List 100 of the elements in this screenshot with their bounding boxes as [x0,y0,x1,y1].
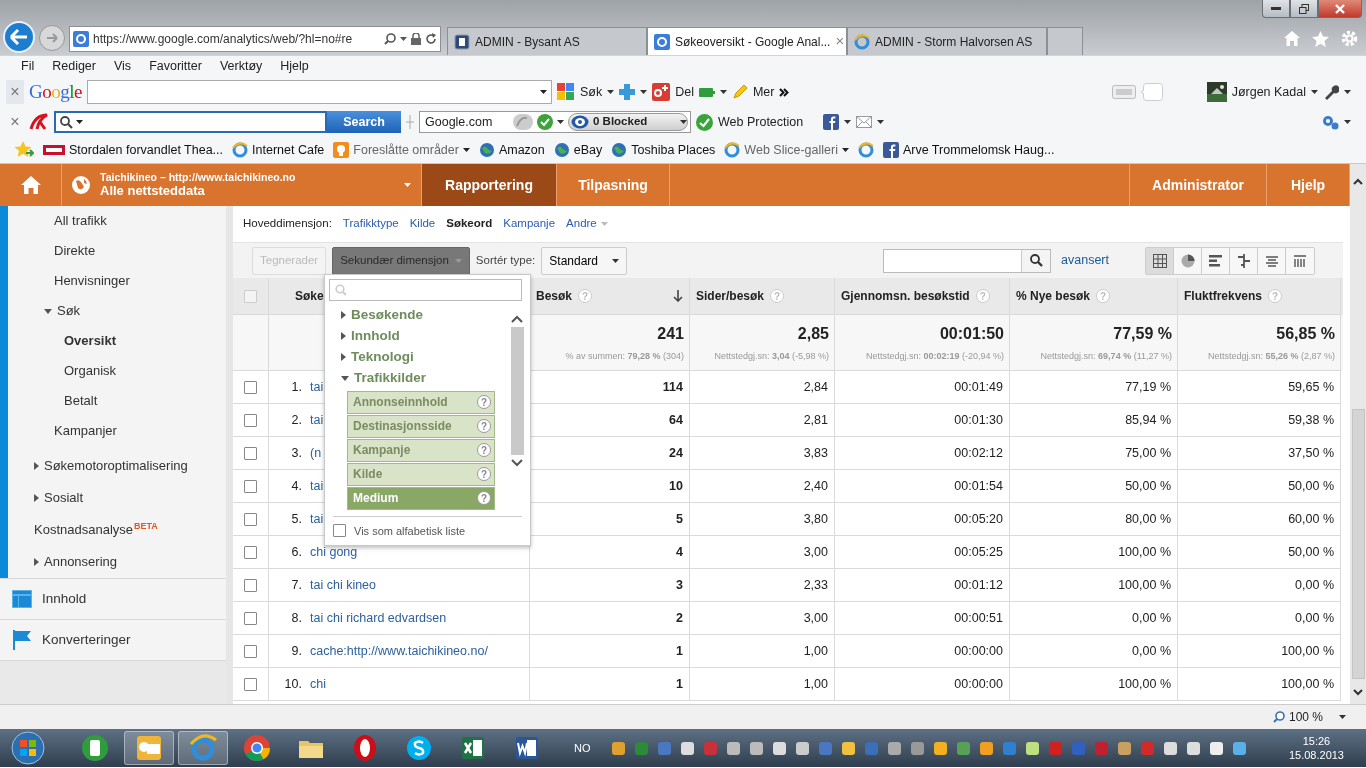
tray-icon[interactable] [748,740,764,756]
menu-option[interactable]: Annonseinnhold ? [347,390,495,414]
clock-time[interactable]: 15:26 [1302,733,1331,748]
user-name[interactable]: Jørgen Kadal [1231,82,1306,102]
keyword-link[interactable]: chi gong [310,542,358,562]
caret-icon[interactable] [844,120,852,124]
minimize-button[interactable] [1262,0,1290,18]
caret-icon[interactable] [877,120,885,124]
scroll-up-icon[interactable] [511,314,523,323]
column-header[interactable]: Sider/besøk [696,287,765,305]
section-link[interactable]: Innhold [42,588,87,610]
tray-icon[interactable] [679,740,695,756]
help-icon[interactable]: ? [477,491,491,505]
avira-search-field[interactable] [54,111,327,133]
tray-icon[interactable] [1231,740,1247,756]
tab-close-button[interactable]: × [835,30,845,53]
web-protection-button[interactable]: Web Protection [718,112,804,132]
menu-item[interactable]: Hjelp [271,57,318,76]
scroll-down-icon[interactable] [511,458,523,467]
expand-arrow-icon[interactable] [34,462,39,470]
expand-arrow-icon[interactable] [341,332,346,340]
wrench-icon[interactable] [1323,84,1339,100]
search-icon[interactable] [1029,254,1043,267]
menu-option[interactable]: Medium ? [347,486,495,510]
sort-arrow-icon[interactable] [673,290,683,302]
help-icon[interactable]: ? [477,419,491,433]
row-checkbox[interactable] [244,413,257,427]
view-toggle-button[interactable] [1230,247,1258,274]
more-button[interactable]: Mer [752,82,775,102]
help-icon[interactable]: ? [477,467,491,481]
favorite-link[interactable]: eBay [573,140,603,160]
tray-icon[interactable] [1116,740,1132,756]
favorite-link[interactable]: Arve Trommelomsk Haug... [902,140,1055,160]
caret-icon[interactable] [719,90,727,94]
favorite-link[interactable]: Toshiba Places [631,140,716,160]
caret-icon[interactable] [557,120,564,124]
keyword-link[interactable]: tai chi kineo [310,575,376,595]
taskbar-button[interactable] [124,731,174,765]
nav-item[interactable]: Annonsering [44,552,117,572]
view-toggle-button[interactable] [1202,247,1230,274]
tray-icon[interactable] [771,740,787,756]
menu-search-field[interactable] [329,279,522,301]
nav-item[interactable]: Direkte [54,241,96,261]
expand-arrow-icon[interactable] [341,311,346,319]
zoom-icon[interactable] [1272,711,1285,723]
zoom-level[interactable]: 100 % [1288,708,1323,726]
keyword-link[interactable]: tai [310,377,324,397]
row-checkbox[interactable] [244,545,257,559]
scrollbar-thumb[interactable] [1351,409,1365,679]
row-checkbox[interactable] [244,380,257,394]
dimension-link[interactable]: Kampanje [503,215,556,233]
tray-icon[interactable] [794,740,810,756]
tray-icon[interactable] [932,740,948,756]
caret-icon[interactable] [462,148,470,152]
clock-date[interactable]: 15.08.2013 [1288,748,1344,763]
menu-item[interactable]: Favoritter [140,57,211,76]
view-toggle-button[interactable] [1258,247,1286,274]
restore-button[interactable] [1290,0,1318,18]
nav-item[interactable]: Sosialt [44,488,84,508]
menu-category[interactable]: Trafikkilder [354,368,427,389]
close-toolbar-button[interactable]: × [6,110,24,134]
back-button[interactable] [3,21,35,53]
menu-category[interactable]: Teknologi [351,346,414,368]
nav-item[interactable]: Henvisninger [54,271,130,291]
caret-icon[interactable] [539,90,547,94]
caret-icon[interactable] [1311,90,1318,94]
column-header[interactable]: % Nye besøk [1016,287,1091,305]
keyword-link[interactable]: tai [310,509,324,529]
add-favorites-icon[interactable] [14,141,34,159]
nav-item[interactable]: Kostnadsanalyse [34,520,133,540]
caret-icon[interactable] [607,90,615,94]
row-checkbox[interactable] [244,611,257,625]
language-indicator[interactable]: NO [574,739,591,757]
menu-item[interactable]: Fil [12,57,44,76]
favorite-link[interactable]: Amazon [498,140,545,160]
view-toggle-button[interactable] [1174,247,1202,274]
advanced-link[interactable]: avansert [1061,251,1109,270]
dimension-link[interactable]: Trafikktype [342,215,399,233]
star-icon[interactable] [1312,30,1329,47]
keyword-link[interactable]: tai [310,410,324,430]
browser-tab[interactable]: Søkeoversikt - Google Anal... × [647,27,847,55]
favorite-link[interactable]: Foreslåtte områder [353,140,459,160]
row-checkbox[interactable] [244,479,257,493]
tray-icon[interactable] [610,740,626,756]
tray-icon[interactable] [1162,740,1178,756]
gears-icon[interactable] [1321,114,1339,130]
table-search-field[interactable] [883,248,1052,273]
keyword-link[interactable]: tai chi richard edvardsen [310,608,447,628]
scrollbar-thumb[interactable] [510,326,524,455]
search-button[interactable]: Search [327,111,401,133]
close-button[interactable] [1318,0,1362,18]
caret-icon[interactable] [612,258,619,263]
collapse-arrow-icon[interactable] [341,376,349,381]
caret-icon[interactable] [1339,715,1346,719]
tray-icon[interactable] [840,740,856,756]
share-button[interactable]: Del [675,82,694,102]
browser-tab[interactable]: ADMIN - Bysant AS [447,27,647,55]
search-menu-button[interactable]: Søk [579,82,603,102]
engine-field[interactable]: Google.com 0 Blocked [419,111,691,133]
favorite-link[interactable]: Stordalen forvandlet Thea... [69,140,224,160]
